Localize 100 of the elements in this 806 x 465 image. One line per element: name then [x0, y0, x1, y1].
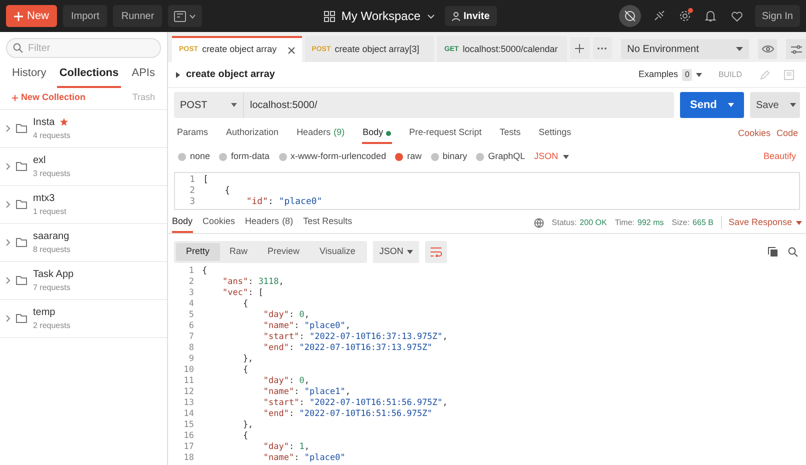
caret-icon [790, 103, 796, 107]
body-type-radio[interactable]: binary [430, 150, 468, 164]
line-number: 9 [188, 353, 195, 366]
toolbar-button[interactable]: Runner [113, 5, 162, 27]
new-collection-button[interactable]: New Collection [12, 91, 86, 105]
view-tab[interactable]: Visualize [310, 243, 366, 261]
response-tab[interactable]: Body [172, 212, 193, 233]
chevron-right-icon [6, 124, 10, 132]
line-number: 2 [188, 184, 196, 197]
collection-item[interactable]: saarang 8 requests [0, 224, 167, 262]
request-count: 4 requests [33, 130, 70, 142]
request-tab[interactable]: Pre-request Script [408, 124, 483, 144]
chevron-right-icon [6, 276, 10, 284]
code-line: { [242, 298, 248, 311]
header-link[interactable]: Cookies [738, 124, 770, 144]
new-button[interactable]: New [6, 5, 58, 27]
more-button[interactable] [592, 37, 612, 59]
person-icon [452, 12, 460, 20]
response-tab[interactable]: Test Results [303, 212, 352, 233]
body-type-radio[interactable]: form-data [219, 150, 270, 164]
metric-value: 992 ms [638, 216, 664, 228]
chevron-right-icon [6, 162, 10, 170]
invite-button[interactable]: Invite [444, 6, 497, 26]
line-number: 6 [188, 320, 195, 332]
tab-label: create object array[3] [334, 43, 420, 56]
code-line: "vec": [ [221, 287, 264, 300]
view-tab[interactable]: Raw [220, 243, 258, 261]
response-format-dropdown[interactable]: JSON [373, 241, 420, 263]
copy-button[interactable] [766, 245, 780, 259]
settings-sliders-button[interactable] [786, 39, 806, 59]
request-count: 7 requests [33, 282, 72, 294]
toolbar-button[interactable]: Import [63, 5, 108, 27]
sidebar-tab[interactable]: History [10, 65, 48, 88]
code-line: "day": 0, [262, 309, 310, 322]
sign-in-button[interactable]: Sign In [754, 5, 800, 27]
body-type-radio[interactable]: GraphQL [476, 150, 526, 164]
settings-icon [678, 10, 691, 22]
body-type-radio[interactable]: x-www-form-urlencoded [278, 150, 386, 164]
response-tab[interactable]: Cookies [202, 212, 236, 233]
collection-item[interactable]: Insta 4 requests [0, 110, 167, 148]
request-tab[interactable]: Headers (9) [296, 124, 346, 144]
header-link[interactable]: Code [776, 124, 798, 144]
environment-dropdown[interactable]: No Environment [621, 39, 749, 59]
line-number: 3 [188, 287, 195, 300]
code-line: { [202, 265, 208, 278]
request-count: 1 request [33, 206, 66, 218]
examples-label: Examples [638, 68, 678, 81]
code-line: }, [242, 419, 254, 432]
request-tab[interactable]: Settings [538, 124, 572, 144]
request-tab[interactable]: Params [176, 124, 210, 144]
body-type-radio[interactable]: none [178, 150, 210, 164]
sidebar-tab[interactable]: Collections [57, 65, 121, 88]
workspace-selector[interactable]: My Workspace [324, 7, 435, 25]
save-button[interactable]: Save [750, 92, 800, 118]
collection-item[interactable]: temp 2 requests [0, 300, 167, 338]
metric-label: Size: [672, 216, 690, 228]
notifications-button[interactable] [702, 8, 719, 24]
new-tab-button[interactable] [570, 37, 590, 59]
sync-button[interactable] [618, 5, 641, 27]
metric-value: 200 OK [580, 216, 607, 228]
folder-icon [16, 162, 27, 170]
collection-item[interactable]: mtx3 1 request [0, 186, 167, 224]
line-number: 16 [182, 430, 195, 442]
line-number: 15 [182, 419, 195, 432]
save-response-button[interactable]: Save Response [721, 216, 802, 230]
beautify-link[interactable]: Beautify [763, 150, 796, 164]
collection-name: Insta [33, 116, 55, 130]
layout-button[interactable] [168, 5, 202, 27]
line-number: 3 [188, 196, 196, 209]
request-tab[interactable]: Authorization [225, 124, 280, 144]
line-number: 14 [182, 408, 195, 420]
chevron-right-icon [6, 314, 10, 322]
code-line: }, [242, 353, 254, 366]
collection-item[interactable]: Task App 7 requests [0, 262, 167, 300]
view-tab[interactable]: Pretty [176, 243, 220, 261]
line-number: 10 [182, 364, 195, 376]
view-tab[interactable]: Preview [258, 243, 310, 261]
url-field[interactable]: localhost:5000/ [244, 92, 674, 118]
method-dropdown[interactable]: POST [174, 92, 244, 118]
line-number: 18 [182, 452, 195, 465]
plus-icon [575, 44, 584, 52]
line-number: 4 [188, 298, 195, 310]
environment-quick-look-button[interactable] [758, 39, 778, 59]
request-url-bar[interactable]: POST localhost:5000/ [174, 92, 674, 118]
format-dropdown[interactable]: JSON [534, 150, 570, 164]
sidebar-tab[interactable]: APIs [130, 65, 157, 88]
pencil-icon [760, 70, 770, 80]
send-button[interactable]: Send [680, 92, 744, 118]
request-body-editor[interactable]: 1 [ 2 { 3 "id": "place0" [174, 172, 800, 210]
wrap-lines-button[interactable] [425, 241, 448, 263]
filter-field[interactable]: Filter [6, 38, 161, 58]
request-tab[interactable]: Tests [498, 124, 522, 144]
request-tab[interactable]: Body [362, 124, 392, 144]
search-button[interactable] [786, 245, 800, 259]
body-type-radio[interactable]: raw [395, 150, 422, 164]
collection-item[interactable]: exl 3 requests [0, 148, 167, 186]
response-tab[interactable]: Headers (8) [245, 212, 294, 233]
bell-icon [705, 10, 716, 22]
filter-input[interactable]: Filter [28, 40, 148, 56]
examples-count: 0 [682, 68, 692, 80]
